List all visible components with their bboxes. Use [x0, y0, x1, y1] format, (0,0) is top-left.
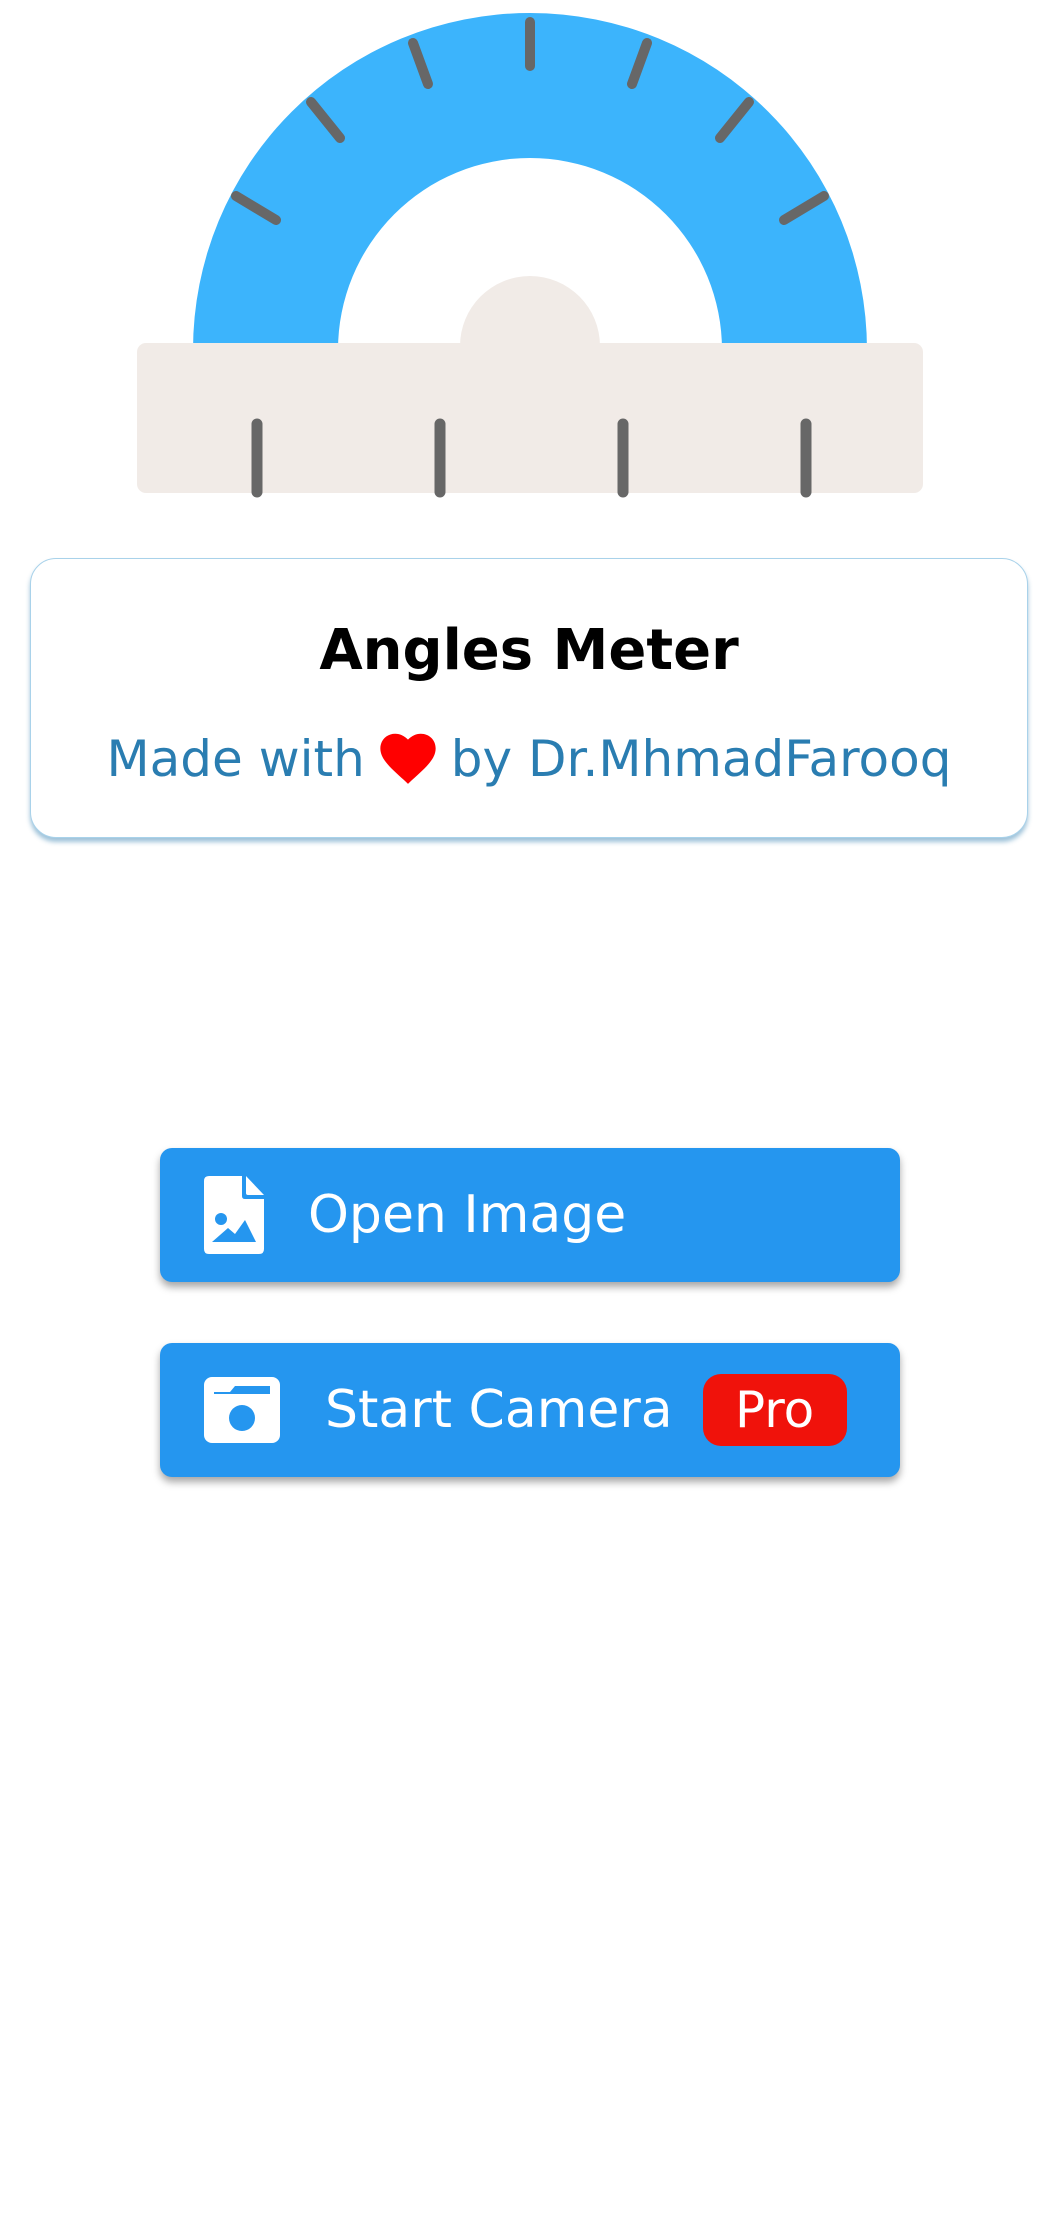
credit-line: Made with by Dr.MhmadFarooq: [31, 729, 1027, 789]
credit-prefix: Made with: [106, 730, 365, 788]
pro-badge: Pro: [702, 1374, 847, 1446]
open-image-label: Open Image: [308, 1185, 627, 1245]
camera-icon: [204, 1377, 280, 1443]
open-image-button[interactable]: Open Image: [160, 1148, 900, 1282]
image-file-icon: [204, 1176, 264, 1254]
heart-icon: [380, 733, 436, 784]
start-camera-button[interactable]: Start Camera Pro: [160, 1343, 900, 1477]
start-camera-label: Start Camera: [325, 1380, 673, 1440]
app-title: Angles Meter: [319, 618, 739, 683]
protractor-icon: [137, 13, 923, 498]
credit-suffix: by Dr.MhmadFarooq: [450, 730, 952, 788]
protractor-center: [460, 276, 600, 346]
app-info-card: Angles Meter Made with by Dr.MhmadFarooq: [30, 558, 1028, 838]
